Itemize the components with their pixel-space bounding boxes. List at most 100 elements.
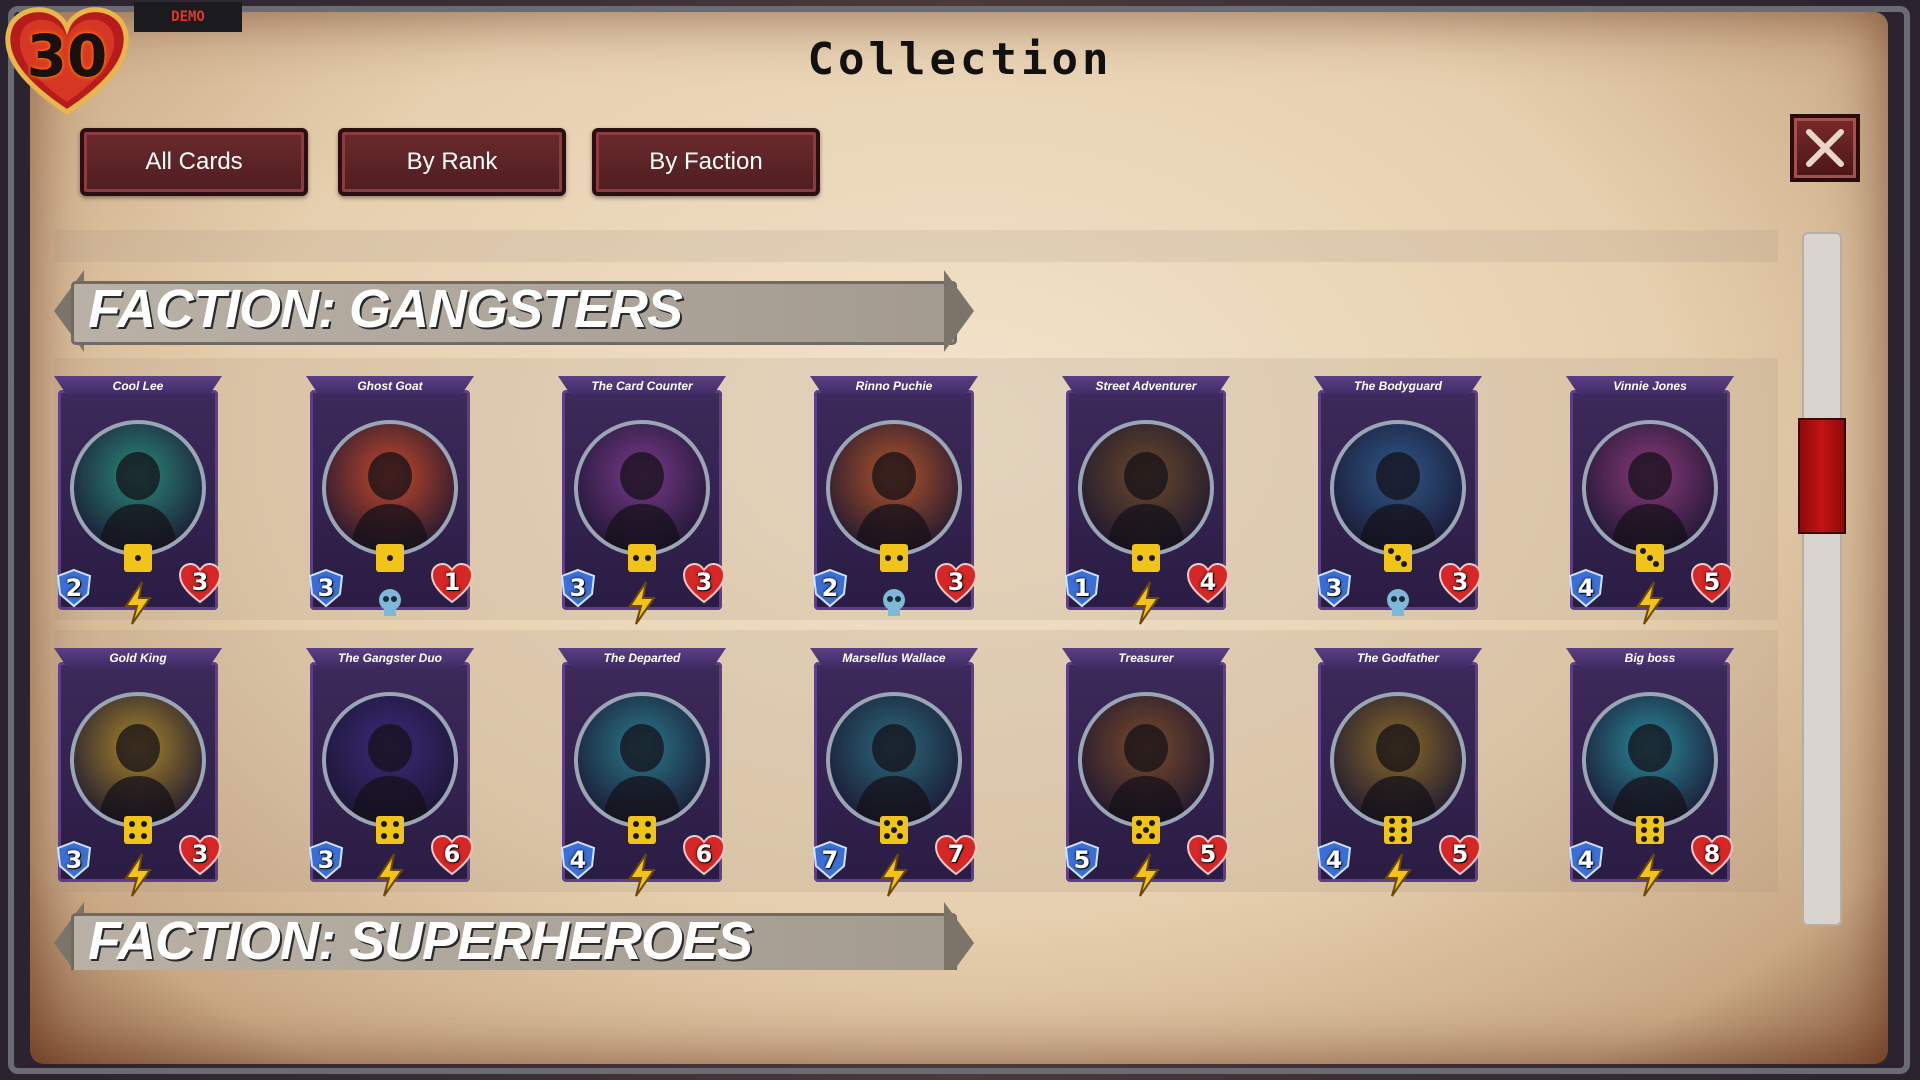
attack-value: 2 — [821, 574, 839, 602]
card-portrait — [1582, 420, 1718, 556]
dice-icon — [1636, 816, 1664, 844]
card-portrait — [826, 692, 962, 828]
energy-bolt-icon — [1636, 581, 1664, 625]
dice-icon — [1636, 544, 1664, 572]
card[interactable]: Ghost Goat 3 1 — [306, 376, 474, 616]
energy-bolt-icon — [628, 853, 656, 897]
demo-badge: DEMO — [134, 2, 242, 32]
character-silhouette-icon — [602, 724, 682, 824]
attack-value: 7 — [821, 846, 839, 874]
attack-value: 4 — [1577, 846, 1595, 874]
attack-value: 2 — [65, 574, 83, 602]
dice-icon — [1132, 544, 1160, 572]
character-silhouette-icon — [1358, 724, 1438, 824]
page-title: Collection — [807, 34, 1113, 85]
card[interactable]: The Gangster Duo 3 6 — [306, 648, 474, 897]
attack-stat: 4 — [1566, 568, 1606, 608]
health-stat: 1 — [430, 562, 474, 604]
dice-icon — [1132, 816, 1160, 844]
health-value: 6 — [695, 840, 713, 868]
card-portrait — [1330, 692, 1466, 828]
faction-header-superheroes: FACTION: SUPERHEROES — [54, 902, 974, 970]
health-stat: 3 — [178, 834, 222, 876]
health-value: 3 — [947, 568, 965, 596]
previous-row — [54, 230, 1778, 262]
card-portrait — [574, 692, 710, 828]
dice-icon — [124, 544, 152, 572]
health-stat: 6 — [430, 834, 474, 876]
attack-stat: 4 — [1314, 840, 1354, 880]
card-name: Marsellus Wallace — [810, 648, 978, 668]
attack-stat: 5 — [1062, 840, 1102, 880]
dice-icon — [1384, 816, 1412, 844]
dice-icon — [124, 816, 152, 844]
card-portrait — [322, 692, 458, 828]
attack-stat: 3 — [306, 568, 346, 608]
card-list[interactable]: FACTION: GANGSTERS Cool Lee 2 3 Ghost Go… — [54, 230, 1778, 970]
card[interactable]: Gold King 3 3 — [54, 648, 222, 897]
card-portrait — [322, 420, 458, 556]
card[interactable]: Vinnie Jones 4 5 — [1566, 376, 1734, 625]
health-value: 5 — [1451, 840, 1469, 868]
energy-bolt-icon — [1384, 853, 1412, 897]
energy-bolt-icon — [376, 853, 404, 897]
health-stat: 4 — [1186, 562, 1230, 604]
energy-bolt-icon — [1132, 581, 1160, 625]
health-value: 3 — [1451, 568, 1469, 596]
character-silhouette-icon — [854, 724, 934, 824]
faction-title: FACTION: SUPERHEROES — [88, 911, 753, 970]
card[interactable]: The Card Counter 3 3 — [558, 376, 726, 625]
card-portrait — [574, 420, 710, 556]
character-silhouette-icon — [1610, 452, 1690, 552]
scrollbar-track[interactable] — [1802, 232, 1842, 926]
dice-icon — [376, 544, 404, 572]
skull-icon — [379, 589, 401, 616]
attack-value: 4 — [569, 846, 587, 874]
dice-icon — [376, 816, 404, 844]
card-name: Vinnie Jones — [1566, 376, 1734, 396]
tab-all-cards[interactable]: All Cards — [80, 128, 308, 196]
dice-icon — [1384, 544, 1412, 572]
health-stat: 3 — [1438, 562, 1482, 604]
health-stat: 5 — [1690, 562, 1734, 604]
card[interactable]: Marsellus Wallace 7 7 — [810, 648, 978, 897]
card-name: The Bodyguard — [1314, 376, 1482, 396]
card[interactable]: Street Adventurer 1 4 — [1062, 376, 1230, 625]
card-name: Cool Lee — [54, 376, 222, 396]
health-value: 6 — [443, 840, 461, 868]
health-stat: 3 — [682, 562, 726, 604]
card[interactable]: Rinno Puchie 2 3 — [810, 376, 978, 616]
tab-by-faction[interactable]: By Faction — [592, 128, 820, 196]
skull-icon — [883, 589, 905, 616]
card-portrait — [1582, 692, 1718, 828]
card-portrait — [1078, 420, 1214, 556]
close-icon — [1806, 129, 1844, 167]
health-stat: 3 — [934, 562, 978, 604]
card-name: Street Adventurer — [1062, 376, 1230, 396]
card-name: The Departed — [558, 648, 726, 668]
card-name: Treasurer — [1062, 648, 1230, 668]
card[interactable]: The Bodyguard 3 3 — [1314, 376, 1482, 616]
health-stat: 6 — [682, 834, 726, 876]
faction-title: FACTION: GANGSTERS — [88, 279, 683, 339]
card[interactable]: The Departed 4 6 — [558, 648, 726, 897]
character-silhouette-icon — [1358, 452, 1438, 552]
energy-bolt-icon — [880, 853, 908, 897]
close-button[interactable] — [1790, 114, 1860, 182]
energy-bolt-icon — [1132, 853, 1160, 897]
card[interactable]: The Godfather 4 5 — [1314, 648, 1482, 897]
card-name: The Card Counter — [558, 376, 726, 396]
character-silhouette-icon — [98, 452, 178, 552]
card-name: Rinno Puchie — [810, 376, 978, 396]
card-portrait — [826, 420, 962, 556]
card[interactable]: Treasurer 5 5 — [1062, 648, 1230, 897]
scrollbar-thumb[interactable] — [1798, 418, 1846, 534]
character-silhouette-icon — [98, 724, 178, 824]
tab-by-rank[interactable]: By Rank — [338, 128, 566, 196]
card-name: The Godfather — [1314, 648, 1482, 668]
attack-value: 3 — [569, 574, 587, 602]
attack-stat: 4 — [1566, 840, 1606, 880]
health-value: 3 — [695, 568, 713, 596]
card[interactable]: Big boss 4 8 — [1566, 648, 1734, 897]
card[interactable]: Cool Lee 2 3 — [54, 376, 222, 625]
